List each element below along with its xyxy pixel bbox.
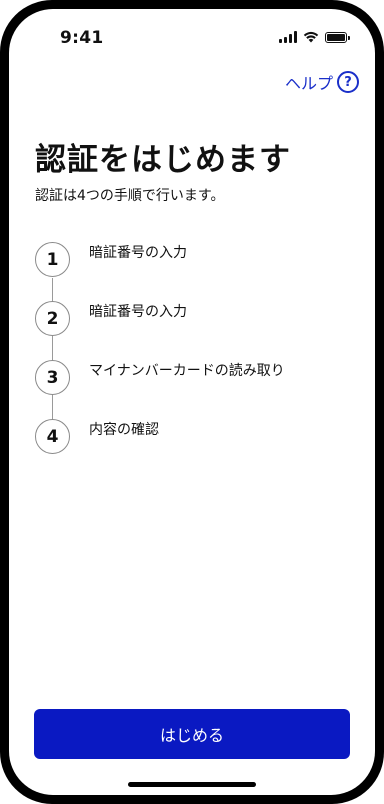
wifi-icon [303,31,319,43]
page-title: 認証をはじめます [35,142,291,178]
step-label: 暗証番号の入力 [89,245,187,261]
status-icons [279,31,350,43]
step-number-badge: 4 [35,419,70,454]
step-item: 1 暗証番号の入力 [35,242,355,301]
help-link[interactable]: ヘルプ ? [285,70,359,94]
cellular-signal-icon [279,31,297,43]
status-time: 9:41 [60,28,104,48]
start-button[interactable]: はじめる [34,709,350,759]
step-number-badge: 2 [35,301,70,336]
step-number-badge: 1 [35,242,70,277]
help-icon: ? [337,71,359,93]
status-bar: 9:41 [9,9,375,65]
step-item: 2 暗証番号の入力 [35,301,355,360]
subtitle: 認証は4つの手順で行います。 [35,188,225,204]
home-indicator [128,782,256,787]
step-list: 1 暗証番号の入力 2 暗証番号の入力 3 マイナンバーカードの読み取り 4 内… [35,242,355,478]
battery-icon [325,31,350,43]
screen: 9:41 ヘルプ ? 認証をはじめます 認証は4つの手順で行います。 1 暗証番… [9,9,375,795]
step-label: 内容の確認 [89,422,159,438]
phone-frame: 9:41 ヘルプ ? 認証をはじめます 認証は4つの手順で行います。 1 暗証番… [0,0,384,804]
step-item: 3 マイナンバーカードの読み取り [35,360,355,419]
step-number-badge: 3 [35,360,70,395]
help-label: ヘルプ [284,74,333,93]
step-label: 暗証番号の入力 [89,304,187,320]
step-label: マイナンバーカードの読み取り [89,363,285,379]
step-item: 4 内容の確認 [35,419,355,478]
